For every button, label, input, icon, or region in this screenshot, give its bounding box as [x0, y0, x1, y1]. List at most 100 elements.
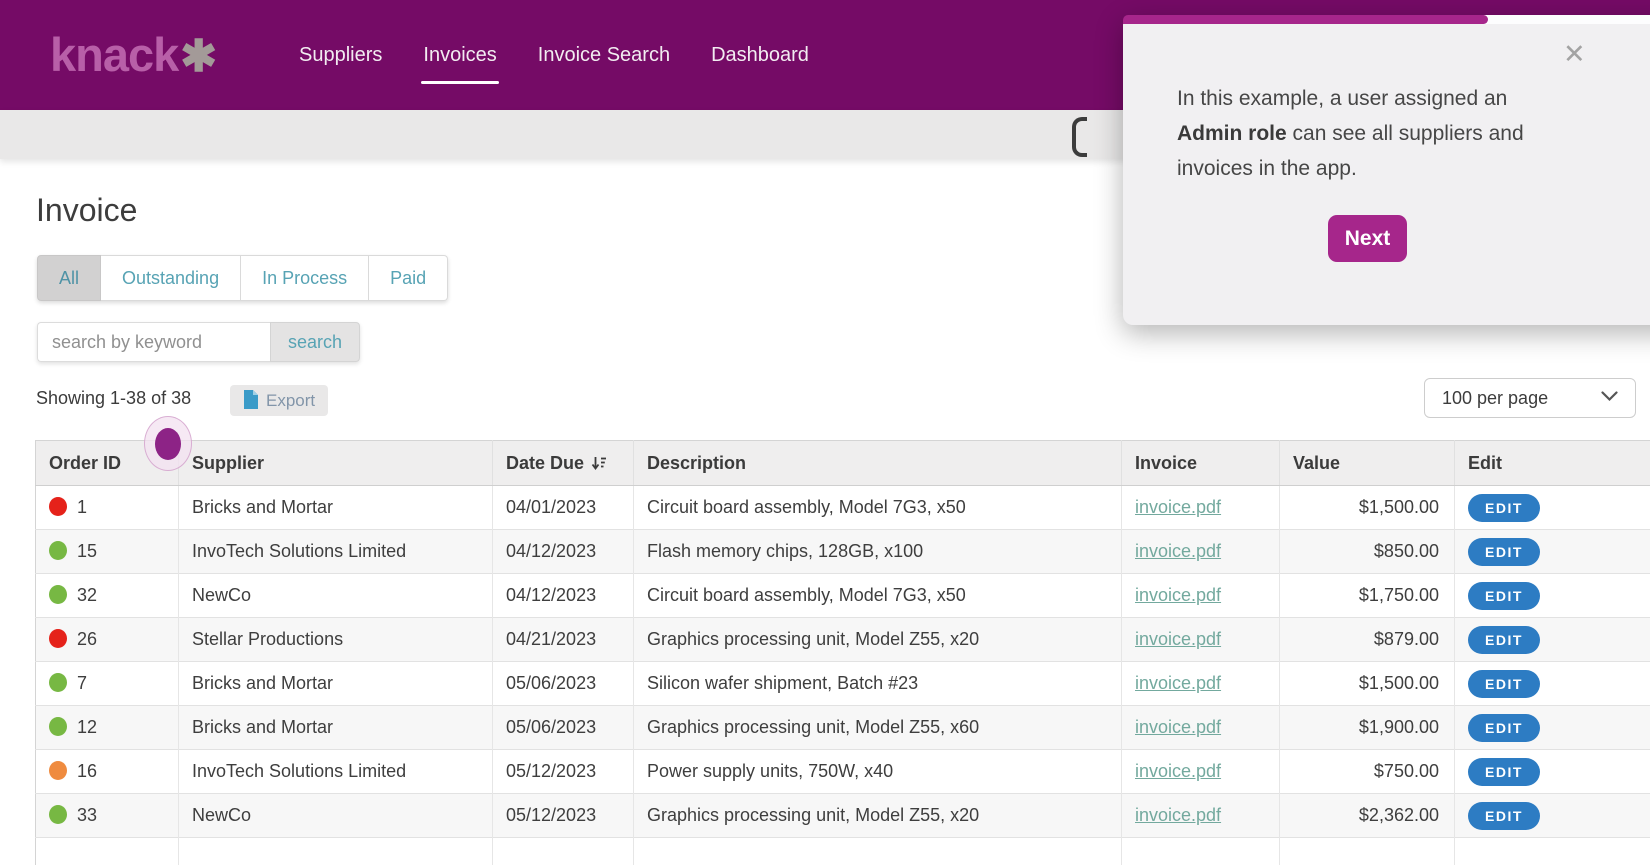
- cell-value: $1,900.00: [1279, 705, 1455, 750]
- next-button[interactable]: Next: [1328, 215, 1407, 262]
- close-icon[interactable]: ✕: [1563, 41, 1586, 68]
- cell-order-id: 12: [35, 705, 179, 750]
- cell-date-due: 05/06/2023: [492, 661, 634, 706]
- table-row: 7 Bricks and Mortar 05/06/2023 Silicon wafe…: [35, 661, 1650, 706]
- edit-button[interactable]: EDIT: [1468, 801, 1540, 830]
- per-page-select[interactable]: 100 per page: [1424, 378, 1636, 418]
- search-input[interactable]: [37, 322, 270, 362]
- export-button[interactable]: Export: [230, 385, 329, 416]
- document-icon: [243, 389, 258, 412]
- edit-button[interactable]: EDIT: [1468, 757, 1540, 786]
- cell-order-id: 15: [35, 529, 179, 574]
- invoice-pdf-link[interactable]: invoice.pdf: [1135, 585, 1221, 605]
- cell-edit: EDIT: [1454, 573, 1650, 618]
- cell-order-id: 1: [35, 485, 179, 530]
- invoice-pdf-link[interactable]: invoice.pdf: [1135, 673, 1221, 693]
- cell-value: $750.00: [1279, 749, 1455, 794]
- main-nav: Suppliers Invoices Invoice Search Dashboard: [299, 0, 809, 110]
- tab-paid[interactable]: Paid: [369, 255, 449, 301]
- column-header-date-due[interactable]: Date Due: [492, 440, 634, 486]
- table-row: 32 NewCo 04/12/2023 Circuit board assembly,…: [35, 573, 1650, 618]
- cell-value: $2,362.00: [1279, 793, 1455, 838]
- cell-description: Graphics processing unit, Model Z55, x20: [633, 793, 1122, 838]
- cell-invoice: invoice.pdf: [1121, 705, 1280, 750]
- cell-value: $1,500.00: [1279, 661, 1455, 706]
- filter-tabs: All Outstanding In Process Paid: [37, 255, 449, 301]
- cell-date-due: 04/12/2023: [492, 573, 634, 618]
- cell-empty: [492, 837, 634, 865]
- table-body: 1 Bricks and Mortar 04/01/2023 Circuit boar…: [35, 485, 1650, 865]
- cell-empty: [633, 837, 1122, 865]
- table-row: 12 Bricks and Mortar 05/06/2023 Graphics pr…: [35, 705, 1650, 750]
- cell-supplier: NewCo: [178, 573, 493, 618]
- cell-supplier: Bricks and Mortar: [178, 661, 493, 706]
- cell-value: $1,750.00: [1279, 573, 1455, 618]
- invoice-pdf-link[interactable]: invoice.pdf: [1135, 805, 1221, 825]
- cell-description: Power supply units, 750W, x40: [633, 749, 1122, 794]
- tab-in-process[interactable]: In Process: [241, 255, 370, 301]
- cell-empty: [1279, 837, 1455, 865]
- column-header-order-id[interactable]: Order ID: [35, 440, 179, 486]
- column-header-supplier[interactable]: Supplier: [178, 440, 493, 486]
- cell-edit: EDIT: [1454, 485, 1650, 530]
- cell-date-due: 05/12/2023: [492, 749, 634, 794]
- cell-date-due: 05/06/2023: [492, 705, 634, 750]
- cell-supplier: NewCo: [178, 793, 493, 838]
- cell-edit: EDIT: [1454, 705, 1650, 750]
- column-header-edit[interactable]: Edit: [1454, 440, 1650, 486]
- nav-item-suppliers[interactable]: Suppliers: [299, 44, 382, 67]
- tour-tooltip: ✕ In this example, a user assigned an Adm…: [1123, 15, 1650, 325]
- tab-outstanding[interactable]: Outstanding: [101, 255, 242, 301]
- cell-supplier: Bricks and Mortar: [178, 705, 493, 750]
- cell-description: Circuit board assembly, Model 7G3, x50: [633, 573, 1122, 618]
- invoice-table: Order ID Supplier Date Due Description Invoi…: [35, 440, 1650, 865]
- search-row: search: [37, 322, 360, 362]
- column-header-value[interactable]: Value: [1279, 440, 1455, 486]
- cell-supplier: Stellar Productions: [178, 617, 493, 662]
- status-dot-green: [49, 805, 67, 825]
- tooltip-text-part: can see all suppliers and: [1286, 122, 1524, 145]
- nav-item-invoice-search[interactable]: Invoice Search: [538, 44, 670, 67]
- edit-button[interactable]: EDIT: [1468, 493, 1540, 522]
- nav-item-invoices[interactable]: Invoices: [421, 44, 500, 84]
- asterisk-icon: ✱: [180, 32, 217, 81]
- cell-empty: [1121, 837, 1280, 865]
- invoice-pdf-link[interactable]: invoice.pdf: [1135, 541, 1221, 561]
- cell-supplier: InvoTech Solutions Limited: [178, 529, 493, 574]
- cell-invoice: invoice.pdf: [1121, 617, 1280, 662]
- knack-logo: knack✱: [50, 31, 217, 81]
- edit-button[interactable]: EDIT: [1468, 581, 1540, 610]
- invoice-pdf-link[interactable]: invoice.pdf: [1135, 761, 1221, 781]
- cell-description: Flash memory chips, 128GB, x100: [633, 529, 1122, 574]
- tab-all[interactable]: All: [37, 255, 102, 301]
- search-button[interactable]: search: [270, 322, 360, 362]
- cell-description: Circuit board assembly, Model 7G3, x50: [633, 485, 1122, 530]
- table-row: 16 InvoTech Solutions Limited 05/12/2023 Po…: [35, 749, 1650, 794]
- cell-value: $850.00: [1279, 529, 1455, 574]
- cell-order-id: 33: [35, 793, 179, 838]
- edit-button[interactable]: EDIT: [1468, 713, 1540, 742]
- cell-edit: EDIT: [1454, 661, 1650, 706]
- cell-order-id: 16: [35, 749, 179, 794]
- table-row-partial: [35, 837, 1650, 865]
- edit-button[interactable]: EDIT: [1468, 537, 1540, 566]
- status-dot-orange: [49, 761, 67, 781]
- per-page-value: 100 per page: [1442, 387, 1549, 408]
- edit-button[interactable]: EDIT: [1468, 669, 1540, 698]
- invoice-pdf-link[interactable]: invoice.pdf: [1135, 717, 1221, 737]
- cell-order-id: 32: [35, 573, 179, 618]
- status-dot-green: [49, 673, 67, 693]
- column-header-invoice[interactable]: Invoice: [1121, 440, 1280, 486]
- invoice-pdf-link[interactable]: invoice.pdf: [1135, 497, 1221, 517]
- table-row: 26 Stellar Productions 04/21/2023 Graphics …: [35, 617, 1650, 662]
- tooltip-text-part: invoices in the app.: [1177, 157, 1357, 180]
- edit-button[interactable]: EDIT: [1468, 625, 1540, 654]
- page-title: Invoice: [36, 192, 138, 228]
- status-dot-green: [49, 585, 67, 605]
- table-row: 15 InvoTech Solutions Limited 04/12/2023 Fl…: [35, 529, 1650, 574]
- status-dot-red: [49, 629, 67, 649]
- invoice-pdf-link[interactable]: invoice.pdf: [1135, 629, 1221, 649]
- column-header-description[interactable]: Description: [633, 440, 1122, 486]
- nav-item-dashboard[interactable]: Dashboard: [711, 44, 809, 67]
- tour-progress-fill: [1123, 15, 1489, 24]
